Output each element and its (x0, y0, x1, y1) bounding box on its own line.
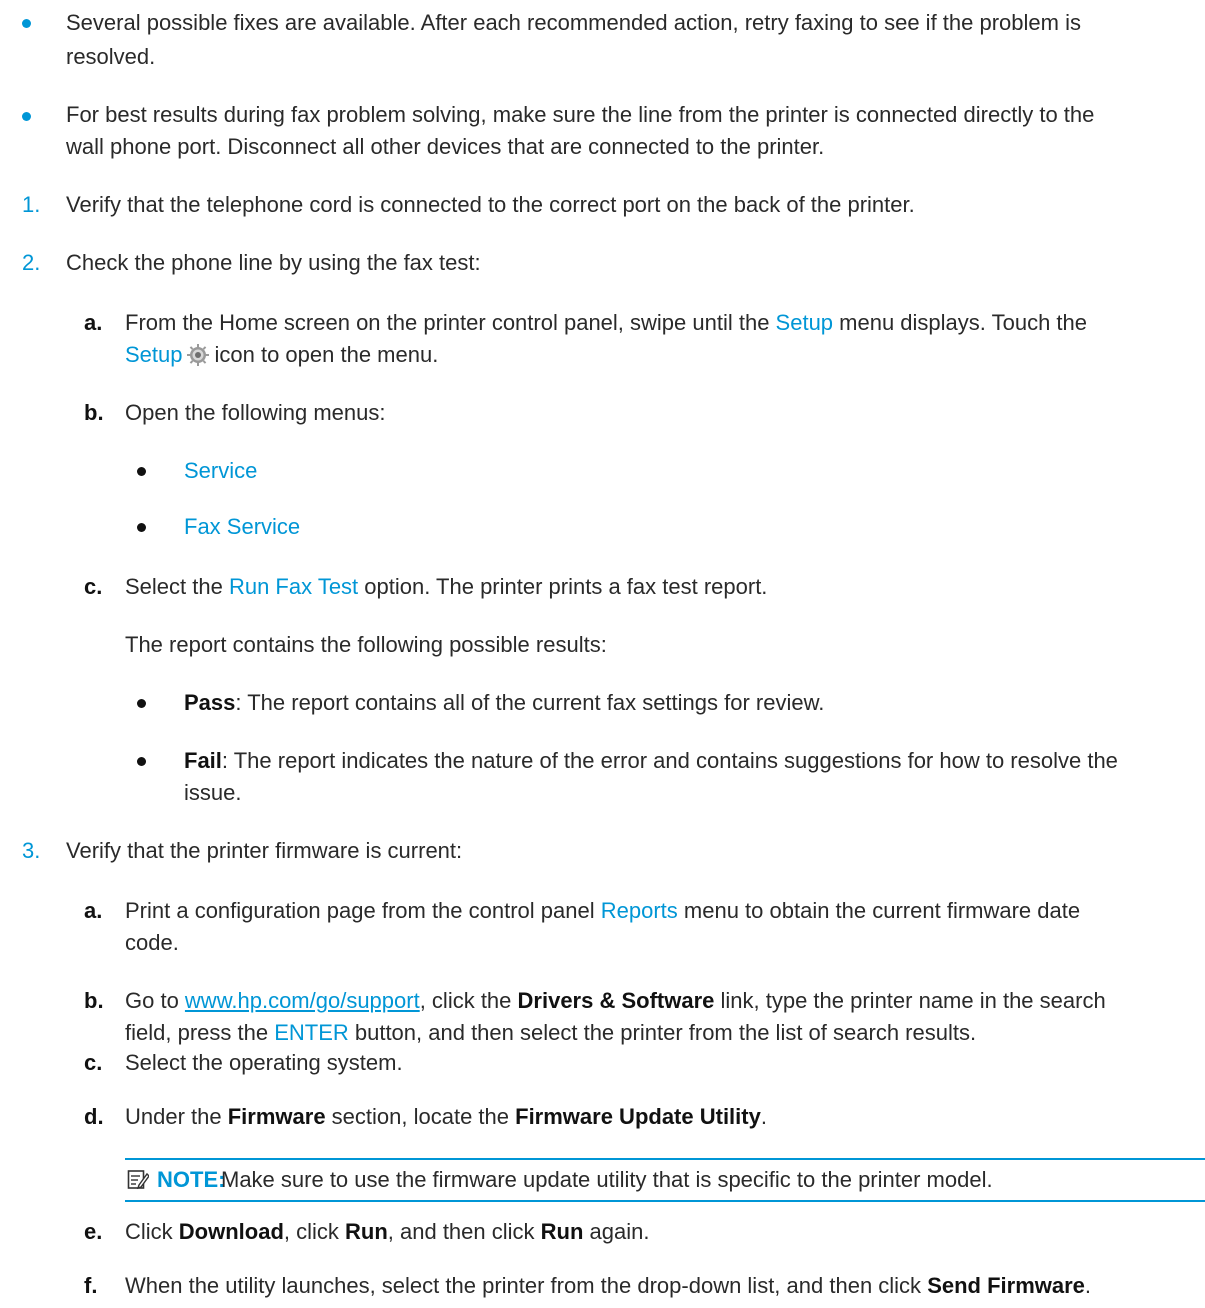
paragraph-line: Several possible fixes are available. Af… (66, 10, 1081, 35)
step-number: 2. (22, 250, 41, 275)
substep-letter: e. (84, 1219, 103, 1244)
note-icon (127, 1170, 149, 1190)
note-label: NOTE: (157, 1167, 226, 1192)
substep-text: Setup icon to open the menu. (125, 342, 439, 367)
substep-text: Go to www.hp.com/go/support, click the D… (125, 988, 1106, 1013)
bullet (137, 699, 146, 708)
substep-letter: c. (84, 1050, 103, 1075)
substep-letter: f. (84, 1273, 98, 1298)
substep-text: code. (125, 930, 179, 955)
bullet (137, 467, 146, 476)
paragraph-line: For best results during fax problem solv… (66, 102, 1095, 127)
bullet (137, 523, 146, 532)
result-fail: Fail: The report indicates the nature of… (184, 748, 1118, 773)
note-box: NOTE: Make sure to use the firmware upda… (125, 1158, 1205, 1202)
substep-letter: a. (84, 310, 103, 335)
enter-button-ref: ENTER (274, 1020, 349, 1045)
run-fax-test-ref: Run Fax Test (228, 574, 359, 599)
step-number: 3. (22, 838, 41, 863)
bullet (22, 112, 31, 121)
step-number: 1. (22, 192, 41, 217)
substep-text: Under the Firmware section, locate the F… (125, 1104, 767, 1129)
paragraph-line: wall phone port. Disconnect all other de… (66, 134, 825, 159)
menu-item-fax-service: Fax Service (184, 514, 301, 539)
substep-text: The report contains the following possib… (125, 632, 607, 657)
substep-text: Select the operating system. (125, 1050, 403, 1075)
substep-letter: c. (84, 574, 103, 599)
step-text: Verify that the printer firmware is curr… (66, 838, 463, 863)
substep-letter: b. (84, 988, 104, 1013)
step-text: Verify that the telephone cord is connec… (66, 192, 915, 217)
substep-letter: d. (84, 1104, 104, 1129)
result-pass: Pass: The report contains all of the cur… (184, 690, 825, 715)
setup-menu-ref: Setup (125, 342, 183, 367)
result-fail: issue. (184, 780, 242, 805)
bullet (22, 19, 31, 28)
substep-letter: b. (84, 400, 104, 425)
substep-letter: a. (84, 898, 103, 923)
substep-text: Open the following menus: (125, 400, 386, 425)
menu-item-service: Service (184, 458, 258, 483)
reports-menu-ref: Reports (600, 898, 678, 923)
step-text: Check the phone line by using the fax te… (66, 250, 481, 275)
substep-text: Click Download, click Run, and then clic… (125, 1219, 650, 1244)
setup-menu-ref: Setup (775, 310, 834, 335)
substep-text: When the utility launches, select the pr… (125, 1273, 1092, 1298)
gear-icon (186, 344, 209, 366)
substep-text: Select the Run Fax Test option. The prin… (125, 574, 768, 599)
hp-support-link[interactable]: www.hp.com/go/support (185, 988, 420, 1013)
substep-text: field, press the ENTER button, and then … (125, 1020, 977, 1045)
substep-text: Print a configuration page from the cont… (125, 898, 1081, 923)
substep-text: From the Home screen on the printer cont… (125, 310, 1088, 335)
paragraph-line: resolved. (66, 44, 156, 69)
bullet (137, 757, 146, 766)
note-text: Make sure to use the firmware update uti… (221, 1167, 993, 1192)
